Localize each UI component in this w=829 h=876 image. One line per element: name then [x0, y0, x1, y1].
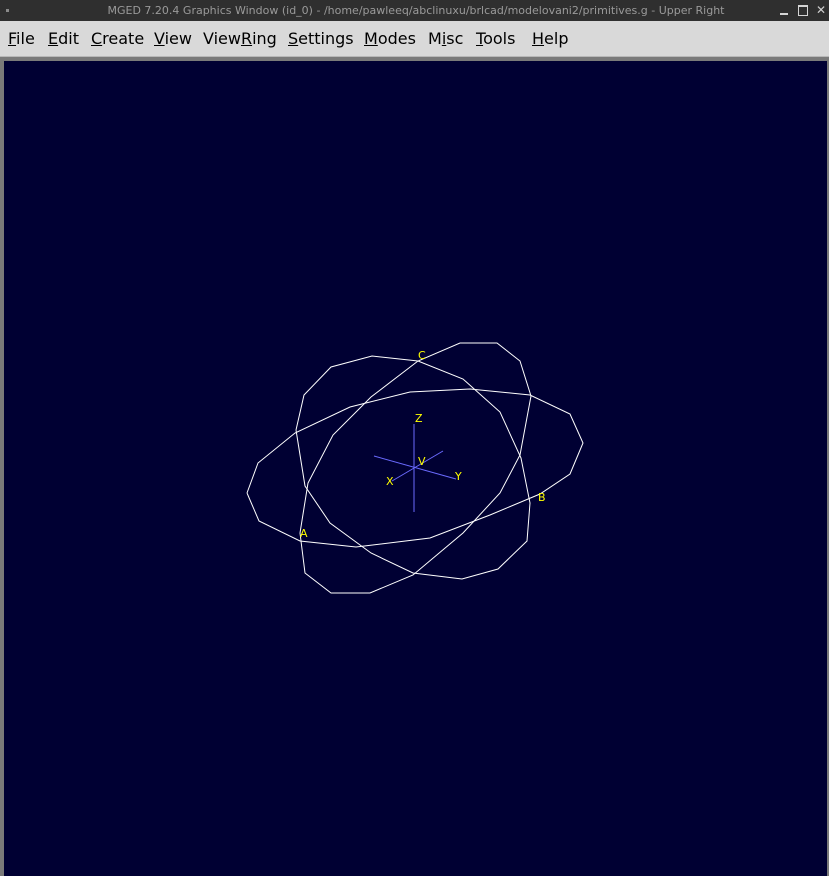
mged-graphics-window: MGED 7.20.4 Graphics Window (id_0) - /ho… — [0, 0, 829, 876]
menu-settings[interactable]: Settings — [288, 29, 354, 49]
menu-view[interactable]: View — [154, 29, 192, 49]
wireframe-display: C B A V Z X Y — [246, 342, 584, 594]
menu-modes[interactable]: Modes — [364, 29, 416, 49]
axis-label-x: X — [386, 475, 394, 488]
graphics-viewport[interactable]: C B A V Z X Y — [4, 61, 827, 876]
minimize-icon[interactable] — [777, 3, 791, 17]
axis-label-y: Y — [454, 470, 462, 483]
vertex-label-a: A — [300, 527, 308, 540]
menu-edit[interactable]: Edit — [48, 29, 79, 49]
menu-tools[interactable]: Tools — [476, 29, 515, 49]
title-bar[interactable]: MGED 7.20.4 Graphics Window (id_0) - /ho… — [0, 0, 829, 21]
window-title: MGED 7.20.4 Graphics Window (id_0) - /ho… — [107, 4, 725, 17]
menu-viewring[interactable]: ViewRing — [203, 29, 277, 49]
menu-file[interactable]: File — [8, 29, 35, 49]
vertex-label-v: V — [418, 455, 426, 468]
maximize-icon[interactable] — [796, 3, 810, 17]
menu-bar: File Edit Create View ViewRing Settings … — [0, 21, 829, 57]
axis-label-z: Z — [415, 412, 423, 425]
vertex-label-c: C — [418, 349, 426, 362]
menu-help[interactable]: Help — [532, 29, 568, 49]
menu-misc[interactable]: Misc — [428, 29, 463, 49]
vertex-label-b: B — [538, 491, 546, 504]
close-icon[interactable]: ✕ — [814, 3, 828, 17]
wireframe-ellipse-3 — [295, 355, 531, 580]
menu-create[interactable]: Create — [91, 29, 144, 49]
